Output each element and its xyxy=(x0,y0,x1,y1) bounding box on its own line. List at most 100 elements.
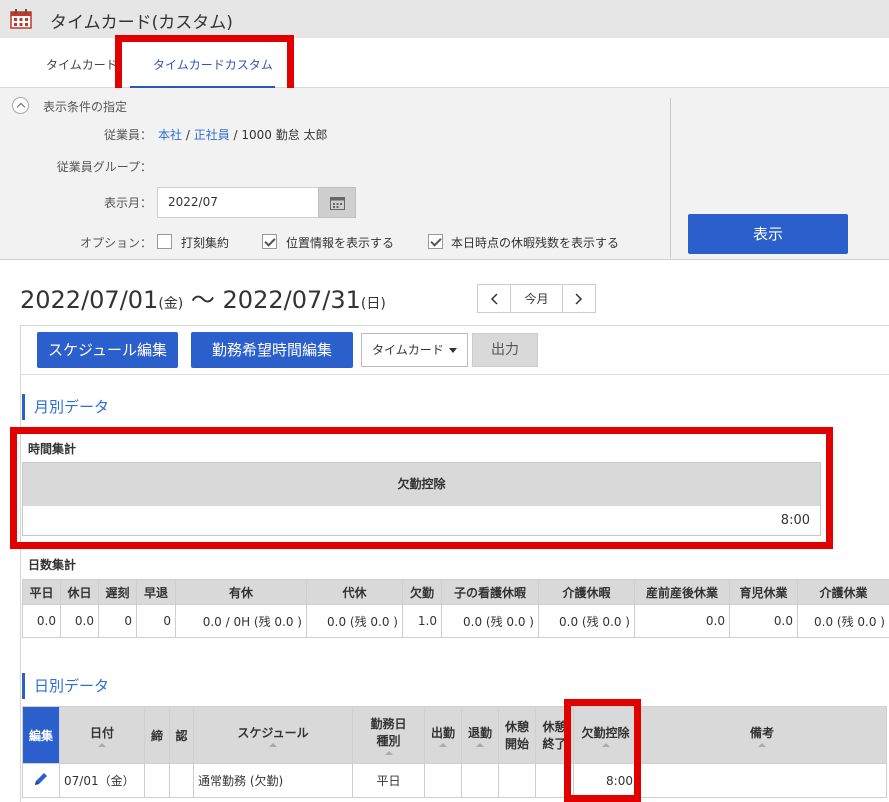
tab-timecard-custom[interactable]: タイムカードカスタム xyxy=(153,56,273,73)
chevron-left-icon xyxy=(490,292,498,305)
employee-company-link[interactable]: 本社 xyxy=(158,128,182,142)
pencil-icon xyxy=(35,773,47,785)
daily-header-break-start-line1: 休憩 xyxy=(504,720,529,734)
days-header-childcare-leave: 育児休業 xyxy=(729,579,798,605)
daily-header-out[interactable]: 退勤 xyxy=(461,706,499,764)
row-close xyxy=(144,763,170,798)
option-location-checkbox[interactable] xyxy=(262,234,277,249)
output-type-select[interactable]: タイムカード xyxy=(361,333,468,367)
employee-label: 従業員： xyxy=(103,128,152,142)
range-end: 2022/07/31 xyxy=(222,286,361,314)
days-header-holiday: 休日 xyxy=(60,579,99,605)
daily-header-schedule[interactable]: スケジュール xyxy=(193,706,353,764)
days-value-maternity: 0.0 xyxy=(634,604,730,638)
daily-header-date[interactable]: 日付 xyxy=(59,706,145,764)
output-button[interactable]: 出力 xyxy=(472,333,538,367)
days-header-absence: 欠勤 xyxy=(402,579,442,605)
calendar-picker-icon xyxy=(330,197,345,210)
time-summary-title: 時間集計 xyxy=(28,442,77,456)
options-label: オプション： xyxy=(80,236,153,250)
toolbar-divider xyxy=(21,374,889,375)
daily-header-break-end-line2: 終了 xyxy=(542,737,567,751)
daily-header-daytype-line2: 種別 xyxy=(376,734,401,748)
daily-header-daytype-line1: 勤務日 xyxy=(370,717,407,731)
date-range: 2022/07/01(金) 〜 2022/07/31(日) xyxy=(20,280,386,315)
daily-header-break-start[interactable]: 休憩 開始 xyxy=(498,706,536,764)
condition-divider xyxy=(670,98,671,258)
time-summary-value: 8:00 xyxy=(22,506,821,536)
month-input[interactable]: 2022/07 xyxy=(157,187,319,218)
row-in xyxy=(424,763,462,798)
this-month-button[interactable]: 今月 xyxy=(510,285,563,312)
collapse-toggle-icon[interactable] xyxy=(12,97,29,114)
days-header-weekday: 平日 xyxy=(22,579,61,605)
tab-timecard[interactable]: タイムカード xyxy=(46,56,118,73)
daily-header-break-end-line1: 休憩 xyxy=(542,720,567,734)
next-month-button[interactable] xyxy=(563,285,595,312)
edit-row-button[interactable] xyxy=(22,763,60,798)
days-value-absence: 1.0 xyxy=(402,604,442,638)
month-nav: 今月 xyxy=(477,284,596,313)
month-label: 表示月： xyxy=(103,196,152,210)
tab-bar: タイムカード タイムカードカスタム xyxy=(0,38,889,88)
daily-header-break-end[interactable]: 休憩 終了 xyxy=(535,706,574,764)
prev-month-button[interactable] xyxy=(478,285,510,312)
employee-type-link[interactable]: 正社員 xyxy=(194,128,230,142)
schedule-edit-button[interactable]: スケジュール編集 xyxy=(37,332,178,368)
days-header-child-care: 子の看護休暇 xyxy=(441,579,539,605)
row-daytype: 平日 xyxy=(352,763,425,798)
row-date: 07/01（金） xyxy=(59,763,145,798)
range-end-day: (日) xyxy=(360,296,386,312)
days-value-child-care: 0.0 (残 0.0 ) xyxy=(441,604,539,638)
option-location-label: 位置情報を表示する xyxy=(286,236,395,250)
days-value-comp-leave: 0.0 (残 0.0 ) xyxy=(306,604,403,638)
daily-header-out-label: 退勤 xyxy=(467,725,492,740)
days-header-late: 遅刻 xyxy=(98,579,137,605)
days-header-early: 早退 xyxy=(136,579,176,605)
title-bar: タイムカード(カスタム) xyxy=(0,0,889,38)
employee-group-label: 従業員グループ： xyxy=(56,160,152,174)
daily-header-break-start-line2: 開始 xyxy=(504,737,529,751)
wish-time-edit-button[interactable]: 勤務希望時間編集 xyxy=(191,332,353,368)
days-value-early: 0 xyxy=(136,604,176,638)
daily-header-note-label: 備考 xyxy=(749,725,774,740)
show-button[interactable]: 表示 xyxy=(688,214,848,254)
sort-icon xyxy=(384,751,393,755)
daily-header-date-label: 日付 xyxy=(89,725,114,740)
row-schedule: 通常勤務 (欠勤) xyxy=(193,763,353,798)
option-leave-balance-checkbox[interactable] xyxy=(428,234,443,249)
sort-icon xyxy=(439,742,447,747)
row-out xyxy=(461,763,499,798)
daily-header-absence-label: 欠勤控除 xyxy=(581,725,630,740)
range-start: 2022/07/01 xyxy=(20,286,159,314)
condition-title: 表示条件の指定 xyxy=(43,100,128,114)
monthly-section-title: 月別データ xyxy=(22,394,109,420)
days-value-nursing-leave: 0.0 (残 0.0 ) xyxy=(797,604,889,638)
option-stamp-aggregate-label: 打刻集約 xyxy=(181,236,230,250)
days-value-childcare-leave: 0.0 xyxy=(729,604,798,638)
days-value-weekday: 0.0 xyxy=(22,604,61,638)
daily-header-daytype[interactable]: 勤務日 種別 xyxy=(352,706,425,764)
option-stamp-aggregate-checkbox[interactable] xyxy=(157,234,172,249)
sort-icon xyxy=(601,742,610,747)
employee-sep: / xyxy=(182,128,194,142)
daily-header-row: 編集 日付 締 認 スケジュール 勤務日 種別 出勤 退勤 休憩 開始 休憩 終了 欠… xyxy=(22,706,887,764)
days-header-paid-leave: 有休 xyxy=(175,579,307,605)
days-header-comp-leave: 代休 xyxy=(306,579,403,605)
daily-header-note[interactable]: 備考 xyxy=(637,706,887,764)
days-header-nursing-care: 介護休暇 xyxy=(538,579,635,605)
row-break-end xyxy=(535,763,574,798)
option-leave-balance-label: 本日時点の休暇残数を表示する xyxy=(451,236,620,250)
employee-name: / 1000 勤怠 太郎 xyxy=(229,128,328,142)
daily-header-absence[interactable]: 欠勤控除 xyxy=(573,706,638,764)
days-header-nursing-leave: 介護休業 xyxy=(797,579,889,605)
daily-header-edit: 編集 xyxy=(22,706,60,764)
days-summary-title: 日数集計 xyxy=(28,558,77,572)
month-picker-button[interactable] xyxy=(318,187,356,218)
sort-icon xyxy=(98,742,106,747)
chevron-right-icon xyxy=(575,292,583,305)
time-summary-header: 欠勤控除 xyxy=(22,462,821,507)
sort-icon xyxy=(476,742,484,747)
daily-header-in[interactable]: 出勤 xyxy=(424,706,462,764)
daily-header-approve: 認 xyxy=(169,706,194,764)
